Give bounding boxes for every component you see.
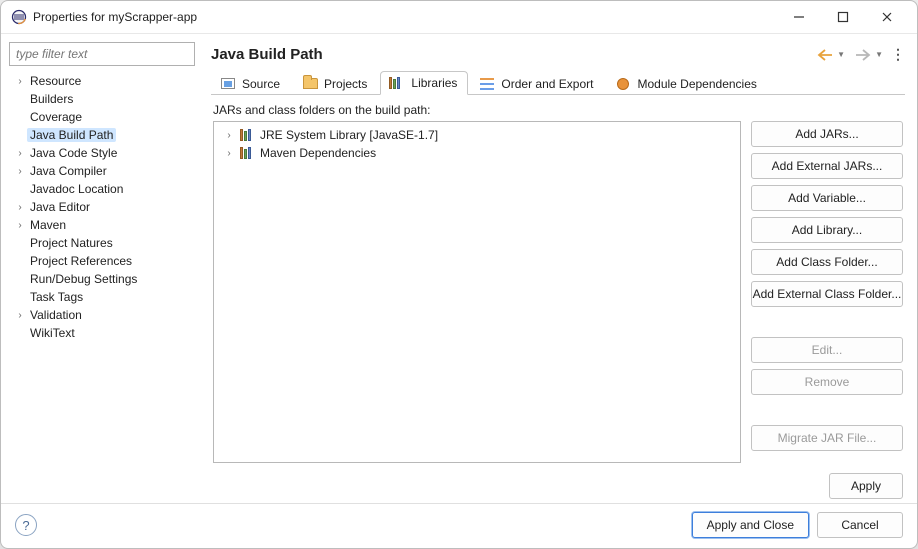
nav-tree[interactable]: ›ResourceBuildersCoverageJava Build Path… xyxy=(9,72,195,499)
dialog-footer: ? Apply and Close Cancel xyxy=(1,503,917,548)
chevron-right-icon: › xyxy=(13,310,27,321)
nav-item-javadoc-location[interactable]: Javadoc Location xyxy=(13,180,195,198)
minimize-button[interactable] xyxy=(785,7,813,27)
chevron-right-icon: › xyxy=(222,130,236,141)
nav-item-java-compiler[interactable]: ›Java Compiler xyxy=(13,162,195,180)
nav-item-label: Builders xyxy=(27,92,76,106)
nav-item-java-editor[interactable]: ›Java Editor xyxy=(13,198,195,216)
eclipse-icon xyxy=(11,9,27,25)
library-item-label: JRE System Library [JavaSE-1.7] xyxy=(260,128,438,142)
source-icon xyxy=(220,76,236,92)
nav-item-run-debug-settings[interactable]: Run/Debug Settings xyxy=(13,270,195,288)
edit-button: Edit... xyxy=(751,337,903,363)
nav-item-project-references[interactable]: Project References xyxy=(13,252,195,270)
nav-item-label: Java Compiler xyxy=(27,164,110,178)
library-item-label: Maven Dependencies xyxy=(260,146,376,160)
button-column: Add JARs... Add External JARs... Add Varia… xyxy=(751,121,903,463)
close-button[interactable] xyxy=(873,7,901,27)
library-icon xyxy=(240,145,256,161)
tab-label: Module Dependencies xyxy=(637,77,756,91)
add-external-class-folder-button[interactable]: Add External Class Folder... xyxy=(751,281,903,307)
nav-item-java-build-path[interactable]: Java Build Path xyxy=(13,126,195,144)
nav-item-maven[interactable]: ›Maven xyxy=(13,216,195,234)
nav-item-resource[interactable]: ›Resource xyxy=(13,72,195,90)
chevron-right-icon: › xyxy=(13,148,27,159)
back-button[interactable] xyxy=(815,47,835,63)
tab-projects[interactable]: Projects xyxy=(293,71,378,95)
nav-item-label: Java Code Style xyxy=(27,146,120,160)
tab-libraries[interactable]: Libraries xyxy=(380,71,468,95)
apply-button[interactable]: Apply xyxy=(829,473,903,499)
back-history-dropdown[interactable]: ▼ xyxy=(837,50,845,59)
tab-order-and-export[interactable]: Order and Export xyxy=(470,71,604,95)
chevron-right-icon: › xyxy=(13,202,27,213)
titlebar: Properties for myScrapper-app xyxy=(1,1,917,33)
nav-item-label: Maven xyxy=(27,218,69,232)
apply-and-close-button[interactable]: Apply and Close xyxy=(692,512,809,538)
tab-label: Libraries xyxy=(411,76,457,90)
chevron-right-icon: › xyxy=(13,76,27,87)
migrate-jar-file-button: Migrate JAR File... xyxy=(751,425,903,451)
page-title: Java Build Path xyxy=(211,46,815,63)
add-variable-button[interactable]: Add Variable... xyxy=(751,185,903,211)
cancel-button[interactable]: Cancel xyxy=(817,512,903,538)
tab-module-dependencies[interactable]: Module Dependencies xyxy=(606,71,767,95)
nav-item-label: Project References xyxy=(27,254,135,268)
nav-item-label: Resource xyxy=(27,74,84,88)
tab-label: Projects xyxy=(324,77,367,91)
tab-source[interactable]: Source xyxy=(211,71,291,95)
nav-item-coverage[interactable]: Coverage xyxy=(13,108,195,126)
nav-item-label: Task Tags xyxy=(27,290,86,304)
library-icon xyxy=(240,127,256,143)
view-menu-icon[interactable]: ⋮ xyxy=(891,46,905,63)
library-item[interactable]: › Maven Dependencies xyxy=(218,144,736,162)
nav-item-label: Java Editor xyxy=(27,200,93,214)
nav-item-wikitext[interactable]: WikiText xyxy=(13,324,195,342)
library-item[interactable]: › JRE System Library [JavaSE-1.7] xyxy=(218,126,736,144)
maximize-button[interactable] xyxy=(829,7,857,27)
nav-item-label: Javadoc Location xyxy=(27,182,126,196)
nav-item-label: Validation xyxy=(27,308,85,322)
lib-icon xyxy=(389,75,405,91)
chevron-right-icon: › xyxy=(13,220,27,231)
nav-item-label: Project Natures xyxy=(27,236,116,250)
chevron-right-icon: › xyxy=(222,148,236,159)
add-class-folder-button[interactable]: Add Class Folder... xyxy=(751,249,903,275)
chevron-right-icon: › xyxy=(13,166,27,177)
nav-item-validation[interactable]: ›Validation xyxy=(13,306,195,324)
section-subtitle: JARs and class folders on the build path… xyxy=(213,103,903,117)
nav-item-builders[interactable]: Builders xyxy=(13,90,195,108)
folder-icon xyxy=(302,76,318,92)
tab-label: Order and Export xyxy=(501,77,593,91)
properties-dialog: Properties for myScrapper-app ›ResourceB… xyxy=(0,0,918,549)
help-icon[interactable]: ? xyxy=(15,514,37,536)
module-icon xyxy=(615,76,631,92)
window-title: Properties for myScrapper-app xyxy=(33,10,785,24)
nav-item-label: Java Build Path xyxy=(27,128,116,142)
remove-button: Remove xyxy=(751,369,903,395)
forward-history-dropdown[interactable]: ▼ xyxy=(875,50,883,59)
tab-label: Source xyxy=(242,77,280,91)
nav-item-java-code-style[interactable]: ›Java Code Style xyxy=(13,144,195,162)
nav-item-task-tags[interactable]: Task Tags xyxy=(13,288,195,306)
main-panel: Java Build Path ▼ ▼ ⋮ Source Projects Libr… xyxy=(195,42,909,499)
nav-item-project-natures[interactable]: Project Natures xyxy=(13,234,195,252)
add-external-jars-button[interactable]: Add External JARs... xyxy=(751,153,903,179)
nav-item-label: Run/Debug Settings xyxy=(27,272,140,286)
filter-input[interactable] xyxy=(9,42,195,66)
libraries-listbox[interactable]: › JRE System Library [JavaSE-1.7] › Maven D… xyxy=(213,121,741,463)
add-jars-button[interactable]: Add JARs... xyxy=(751,121,903,147)
tabs: Source Projects Libraries Order and Export M… xyxy=(211,71,905,95)
forward-button[interactable] xyxy=(853,47,873,63)
sidebar: ›ResourceBuildersCoverageJava Build Path… xyxy=(9,42,195,499)
add-library-button[interactable]: Add Library... xyxy=(751,217,903,243)
order-icon xyxy=(479,76,495,92)
nav-item-label: WikiText xyxy=(27,326,78,340)
nav-item-label: Coverage xyxy=(27,110,85,124)
